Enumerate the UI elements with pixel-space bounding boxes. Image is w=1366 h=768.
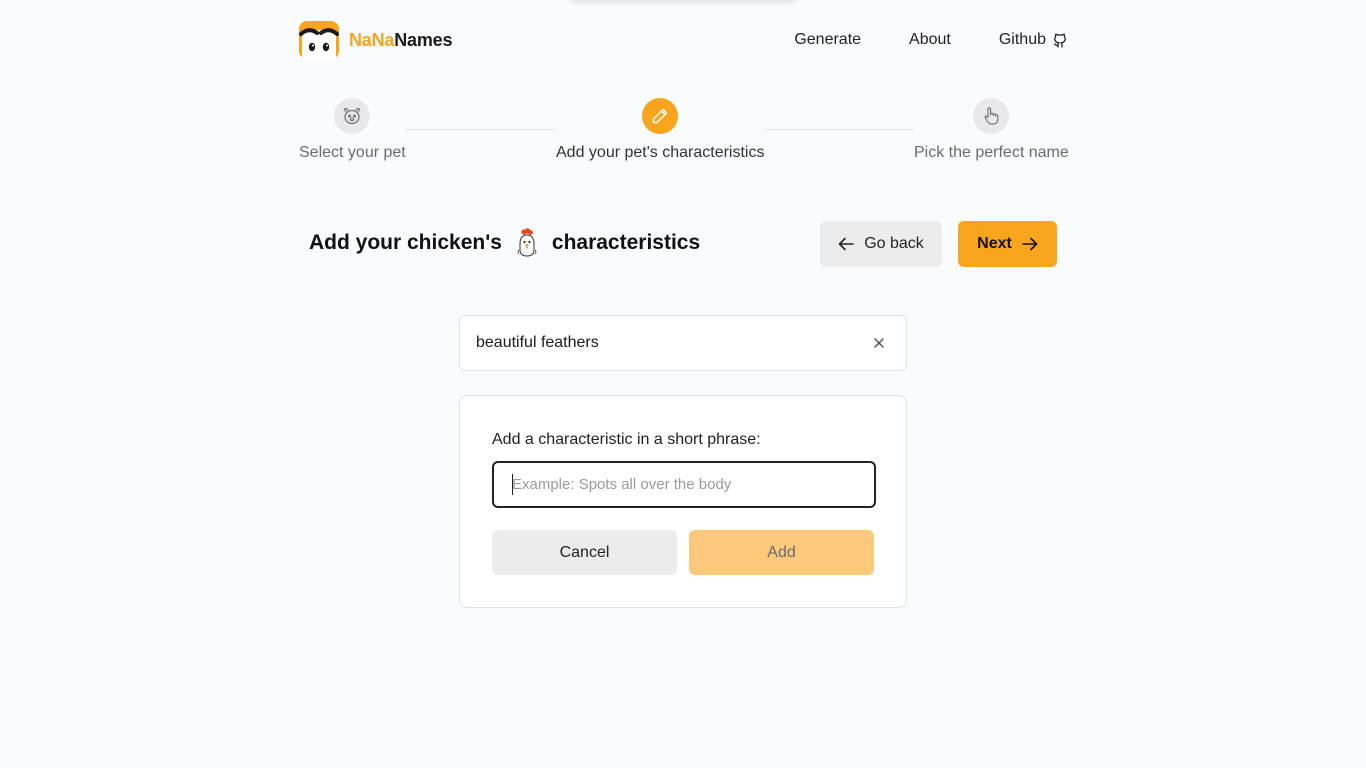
characteristic-input[interactable] bbox=[492, 461, 876, 508]
nav-github[interactable]: Github bbox=[999, 31, 1067, 49]
step-add-characteristics[interactable]: Add your pet's characteristics bbox=[556, 98, 764, 162]
pet-face-icon bbox=[343, 108, 361, 125]
nav-github-label: Github bbox=[998, 31, 1046, 48]
arrow-right-icon bbox=[1022, 237, 1038, 251]
brand-name-nana: NaNa bbox=[349, 29, 395, 50]
arrow-left-icon bbox=[838, 237, 855, 251]
next-label: Next bbox=[977, 235, 1012, 252]
add-button[interactable]: Add bbox=[689, 530, 874, 575]
page-title-prefix: Add your chicken's bbox=[309, 231, 502, 254]
characteristic-text: beautiful feathers bbox=[476, 334, 599, 351]
step-1-label: Select your pet bbox=[299, 144, 406, 161]
page-title-suffix: characteristics bbox=[551, 231, 701, 254]
main-nav: Generate About Github bbox=[794, 31, 1067, 49]
text-caret bbox=[512, 474, 513, 495]
step-2-label: Add your pet's characteristics bbox=[556, 144, 765, 161]
brand-logo[interactable]: NaNaNames bbox=[299, 21, 452, 59]
step-2-circle bbox=[642, 98, 678, 134]
nav-about[interactable]: About bbox=[909, 31, 951, 49]
cancel-button[interactable]: Cancel bbox=[492, 530, 677, 575]
step-connector-2 bbox=[764, 129, 914, 130]
chicken-icon bbox=[517, 228, 537, 257]
pencil-icon bbox=[652, 108, 668, 124]
remove-characteristic-button[interactable] bbox=[868, 332, 890, 354]
go-back-button[interactable]: Go back bbox=[820, 221, 942, 267]
header: NaNaNames Generate About Github bbox=[299, 21, 1067, 61]
brand-name: NaNaNames bbox=[349, 30, 452, 51]
github-icon bbox=[1053, 33, 1066, 48]
pointer-hand-icon bbox=[983, 107, 998, 125]
nav-generate[interactable]: Generate bbox=[794, 31, 861, 49]
step-3-label: Pick the perfect name bbox=[914, 144, 1069, 161]
page-title: Add your chicken's characteristics bbox=[309, 228, 700, 258]
logo-icon bbox=[299, 21, 339, 59]
characteristic-item: beautiful feathers bbox=[459, 315, 907, 371]
brand-name-names: Names bbox=[394, 29, 453, 50]
go-back-label: Go back bbox=[864, 235, 924, 252]
step-1-circle bbox=[334, 98, 370, 134]
step-connector-1 bbox=[405, 129, 556, 130]
add-characteristic-card: Add a characteristic in a short phrase: … bbox=[459, 395, 907, 608]
step-3-circle bbox=[972, 98, 1009, 134]
next-button[interactable]: Next bbox=[958, 221, 1057, 267]
step-select-pet[interactable]: Select your pet bbox=[299, 98, 406, 162]
step-pick-name[interactable]: Pick the perfect name bbox=[914, 98, 1069, 162]
close-icon bbox=[874, 338, 884, 348]
characteristic-field-label: Add a characteristic in a short phrase: bbox=[492, 431, 761, 448]
